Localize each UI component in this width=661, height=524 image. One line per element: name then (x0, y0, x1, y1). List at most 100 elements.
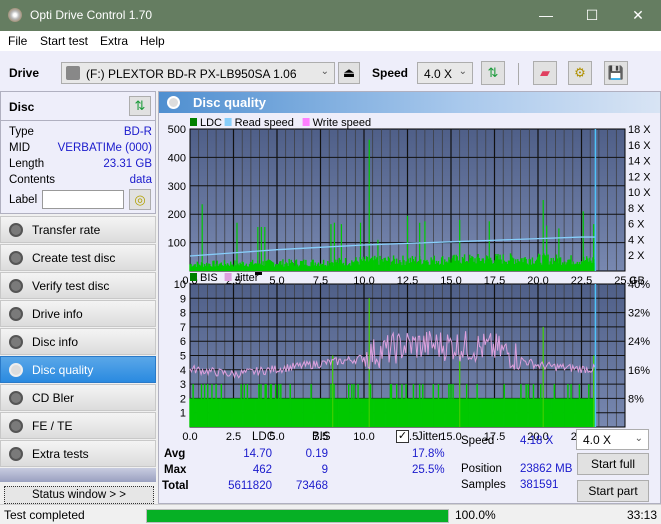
drive-icon (66, 66, 80, 80)
nav-label: Verify test disc (32, 279, 110, 293)
nav-label: Disc info (32, 335, 79, 349)
y-tick-label: 100 (168, 238, 186, 250)
disc-info-panel: Disc ⇅ Type BD-R MID VERBATIMe (000) Lengt… (0, 91, 156, 214)
eject-button[interactable]: ⏏ (338, 62, 360, 84)
settings-button[interactable]: ⚙ (568, 61, 592, 85)
samples-value: 381591 (520, 479, 559, 491)
disc-contents-value: data (129, 174, 152, 186)
title-bar: Opti Drive Control 1.70 — ☐ ✕ (0, 0, 661, 31)
stats-col-bis: BIS (312, 431, 331, 443)
menu-start-test[interactable]: Start test (40, 34, 88, 48)
save-icon: 💾 (607, 65, 625, 80)
jitter-label: Jitter (417, 431, 442, 443)
panel-header: Disc quality (159, 92, 660, 113)
elapsed-time: 33:13 (627, 508, 658, 522)
disc-length-label: Length (9, 158, 45, 170)
nav-disc-quality[interactable]: Disc quality (0, 356, 156, 383)
disc-quality-icon (9, 363, 23, 377)
legend-label: Write speed (313, 117, 372, 129)
y-tick-label: 1 (180, 408, 186, 420)
progress-label: 100.0% (455, 508, 496, 522)
disc-type-row: Type BD-R (9, 126, 152, 138)
eject-icon: ⏏ (342, 65, 356, 80)
window-title: Opti Drive Control 1.70 (30, 8, 153, 22)
speed-select[interactable]: 4.0 X ⌄ (417, 62, 473, 84)
jitter-checkbox[interactable]: ✓ (396, 430, 409, 443)
speed-select-value: 4.0 X (424, 67, 453, 81)
maximize-button[interactable]: ☐ (569, 0, 615, 31)
stats-avg-label: Avg (164, 448, 186, 460)
menu-extra[interactable]: Extra (100, 34, 128, 48)
y-tick-label: 6 (180, 336, 186, 348)
test-speed-select[interactable]: 4.0 X ⌄ (576, 429, 649, 450)
nav-extra-tests[interactable]: Extra tests (0, 440, 156, 467)
status-bar: Test completed 100.0% 33:13 (0, 504, 661, 524)
disc-contents-label: Contents (9, 174, 56, 186)
progress-fill (147, 510, 448, 522)
samples-label: Samples (461, 479, 506, 491)
nav-label: Create test disc (32, 251, 116, 265)
nav-spacer (0, 468, 156, 482)
nav-cd-bler[interactable]: CD Bler (0, 384, 156, 411)
y-tick-label: 200 (168, 209, 186, 221)
disc-mid-row: MID VERBATIMe (000) (9, 142, 152, 154)
position-label: Position (461, 463, 502, 475)
disc-refresh-button[interactable]: ⇅ (129, 96, 151, 116)
refresh-icon: ⇅ (487, 65, 499, 80)
disc-label-label: Label (9, 194, 38, 206)
stats-avg-ldc: 14.70 (243, 448, 272, 460)
disc-label-button[interactable]: ◎ (129, 189, 151, 210)
cd-bler-icon (9, 391, 23, 405)
disc-header: Disc (9, 100, 35, 114)
erase-button[interactable]: ▰ (533, 61, 557, 85)
stats-max-jitter: 25.5% (412, 464, 445, 476)
drive-select[interactable]: (F:) PLEXTOR BD-R PX-LB950SA 1.06 ⌄ (61, 62, 335, 84)
refresh-button[interactable]: ⇅ (481, 61, 505, 85)
nav-label: Disc quality (32, 363, 94, 377)
nav-verify-test-disc[interactable]: Verify test disc (0, 272, 156, 299)
nav-transfer-rate[interactable]: Transfer rate (0, 216, 156, 243)
y2-tick-label: 6 X (628, 219, 645, 231)
menu-help[interactable]: Help (140, 34, 165, 48)
disc-quality-icon (167, 96, 180, 109)
y-tick-label: 3 (180, 379, 186, 391)
progress-bar (146, 509, 449, 523)
minimize-button[interactable]: — (523, 0, 569, 31)
y2-tick-label: 2 X (628, 250, 645, 262)
stats-total-bis: 73468 (296, 480, 328, 492)
y-tick-label: 300 (168, 181, 186, 193)
y-tick-label: 10 (174, 279, 186, 291)
y-tick-label: 2 (180, 393, 186, 405)
speed-label: Speed (461, 435, 495, 447)
nav-create-test-disc[interactable]: Create test disc (0, 244, 156, 271)
nav-drive-info[interactable]: Drive info (0, 300, 156, 327)
nav-fe-te[interactable]: FE / TE (0, 412, 156, 439)
nav-disc-info[interactable]: Disc info (0, 328, 156, 355)
sidebar: Disc ⇅ Type BD-R MID VERBATIMe (000) Lengt… (0, 91, 158, 504)
legend-swatch (190, 273, 197, 281)
y2-tick-label: 40% (628, 279, 650, 291)
close-button[interactable]: ✕ (615, 0, 661, 31)
charts-area: LDC Read speed Write speed 100 200 300 400 500 2… (168, 117, 652, 443)
create-test-disc-icon (9, 251, 23, 265)
y2-tick-label: 14 X (628, 156, 651, 168)
save-button[interactable]: 💾 (604, 61, 628, 85)
disc-label-input[interactable] (42, 190, 124, 209)
start-full-button[interactable]: Start full (577, 453, 649, 475)
settings-icon: ⚙ (574, 65, 586, 80)
status-window-button[interactable]: Status window > > (4, 486, 154, 504)
y2-tick-label: 8% (628, 393, 644, 405)
chevron-down-icon: ⌄ (320, 66, 329, 77)
menu-file[interactable]: File (8, 34, 27, 48)
y2-tick-label: 4 X (628, 234, 645, 246)
nav-label: Extra tests (32, 447, 89, 461)
legend-swatch (224, 273, 232, 281)
legend-swatch (190, 118, 197, 126)
legend-marker (255, 272, 262, 275)
eraser-icon: ▰ (540, 65, 550, 80)
stats-col-ldc: LDC (252, 431, 276, 443)
disc-contents-row: Contents data (9, 174, 152, 186)
start-part-button[interactable]: Start part (577, 480, 649, 502)
y-tick-label: 9 (180, 293, 186, 305)
y2-tick-label: 16 X (628, 140, 651, 152)
